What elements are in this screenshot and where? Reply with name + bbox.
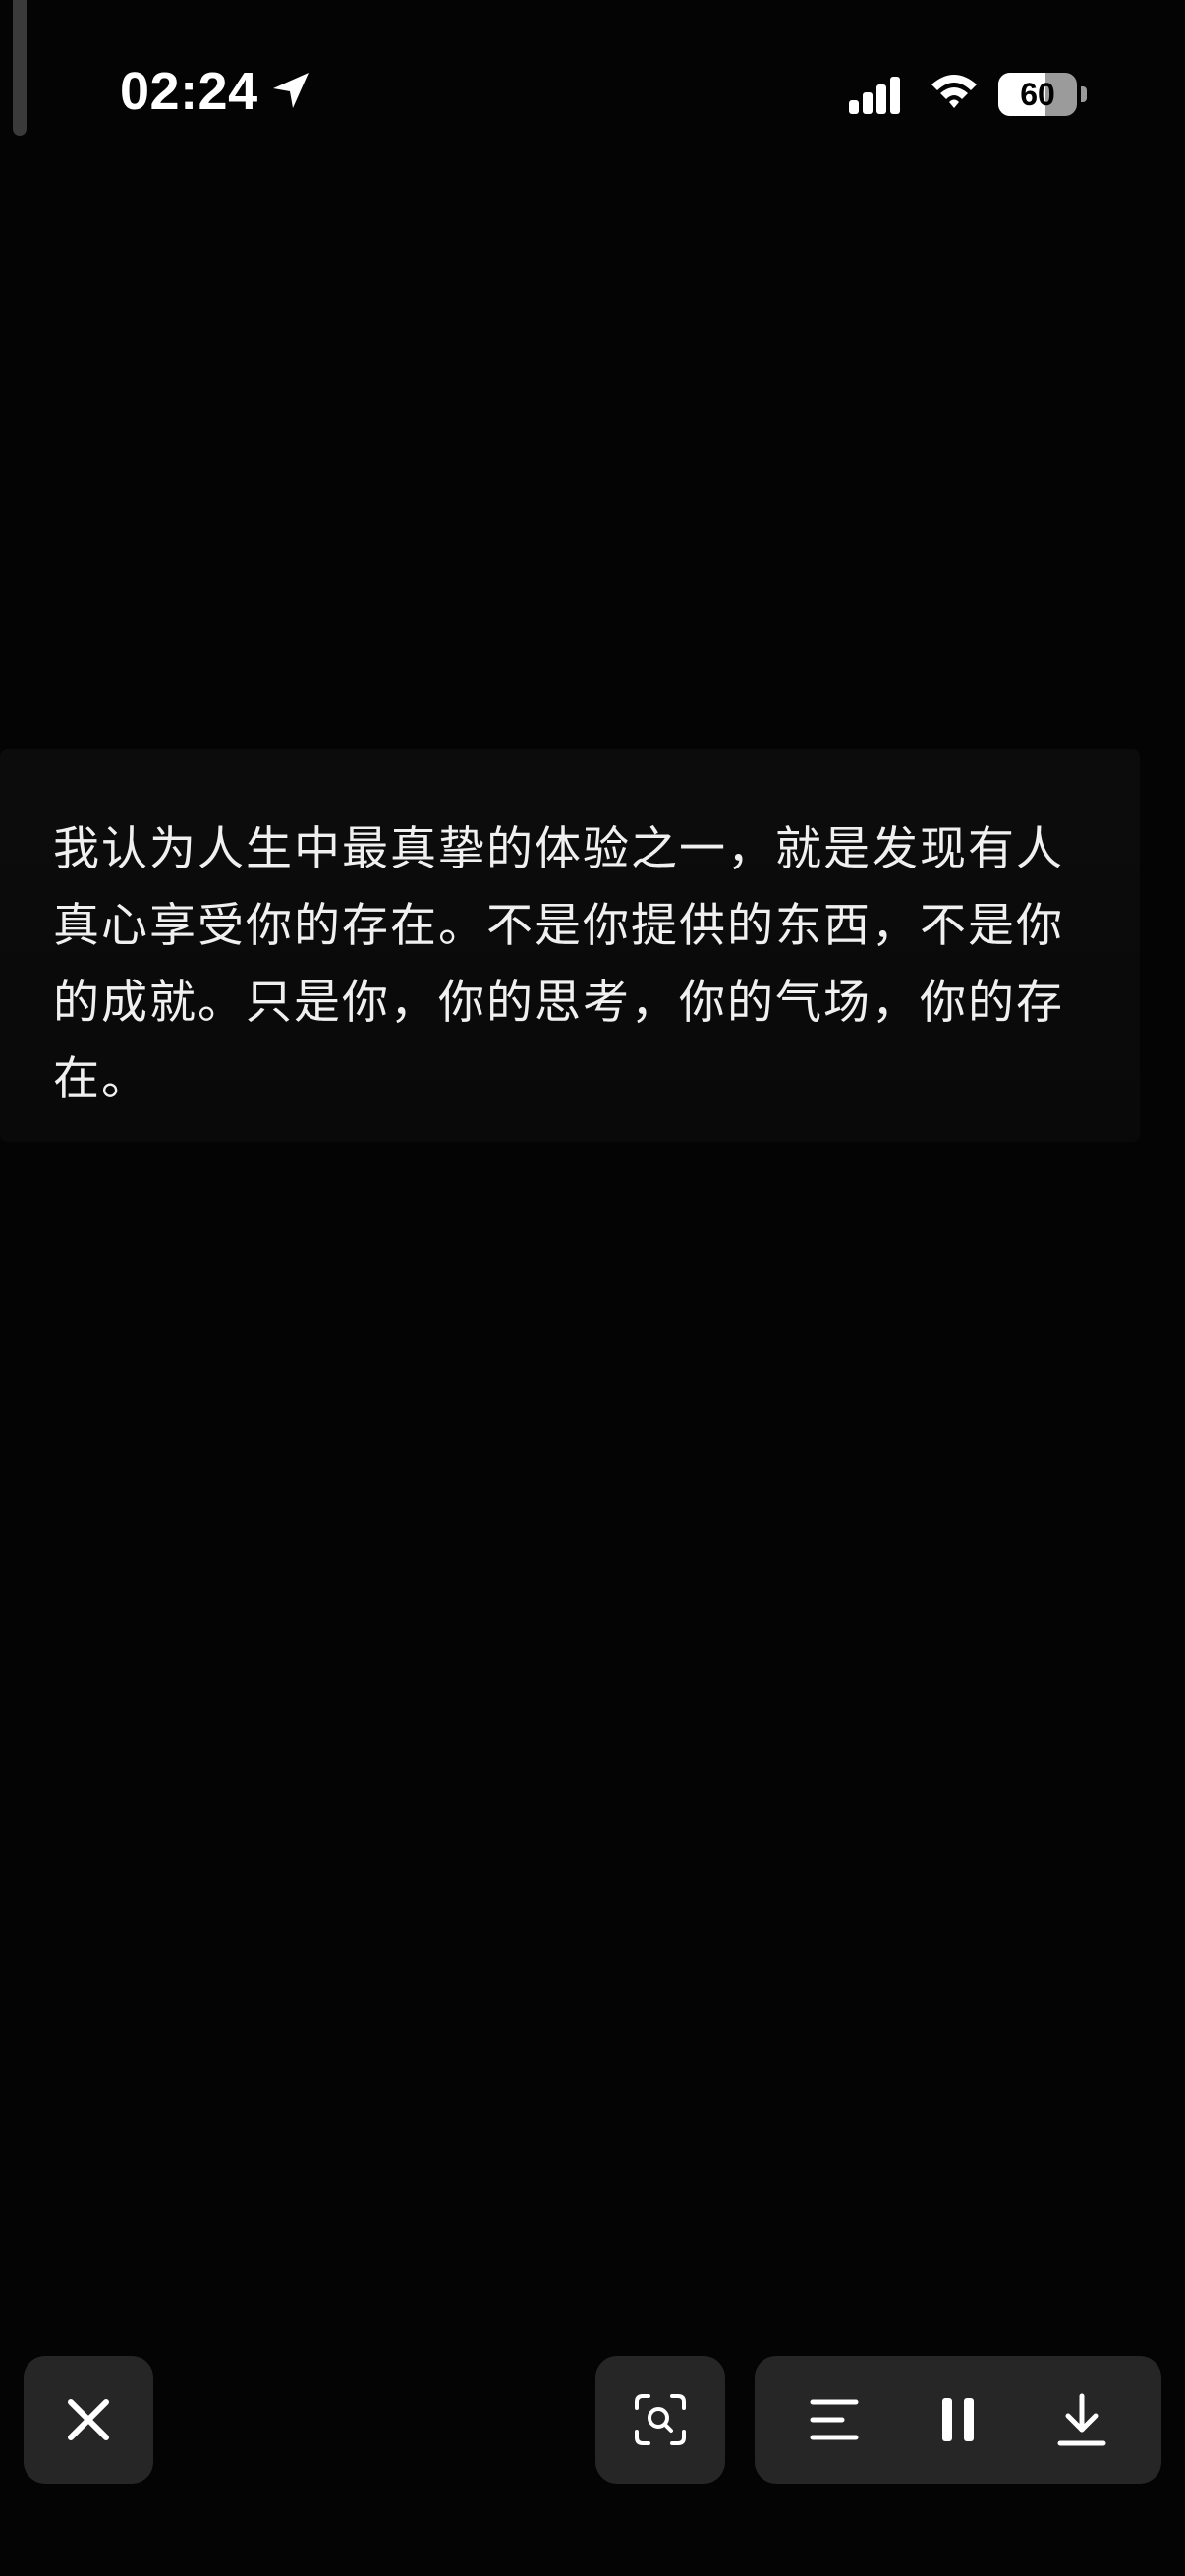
location-arrow-icon [273, 73, 309, 108]
scroll-indicator [13, 0, 27, 136]
status-bar: 02:24 60 [0, 0, 1185, 196]
status-time: 02:24 [120, 62, 258, 121]
text-align-icon [810, 2399, 859, 2440]
wifi-icon [931, 75, 977, 108]
screen: 02:24 60 我认为人生中最真挚的体验之一，就是发现有人真心享受你的存在。不… [0, 0, 1185, 2576]
scan-search-icon [635, 2394, 686, 2445]
download-icon [1057, 2393, 1106, 2446]
pause-button[interactable] [919, 2380, 997, 2459]
close-icon [68, 2399, 109, 2440]
download-button[interactable] [1043, 2380, 1121, 2459]
cellular-signal-icon [849, 77, 900, 114]
battery-level: 60 [1020, 76, 1055, 112]
battery-icon: 60 [998, 73, 1077, 116]
quote-text: 我认为人生中最真挚的体验之一，就是发现有人真心享受你的存在。不是你提供的东西，不… [53, 822, 1064, 1106]
battery-nub [1081, 86, 1087, 102]
pause-icon [942, 2398, 974, 2441]
close-button[interactable] [24, 2356, 153, 2484]
scan-search-button[interactable] [595, 2356, 725, 2484]
playback-controls [755, 2356, 1161, 2484]
text-align-button[interactable] [795, 2380, 874, 2459]
